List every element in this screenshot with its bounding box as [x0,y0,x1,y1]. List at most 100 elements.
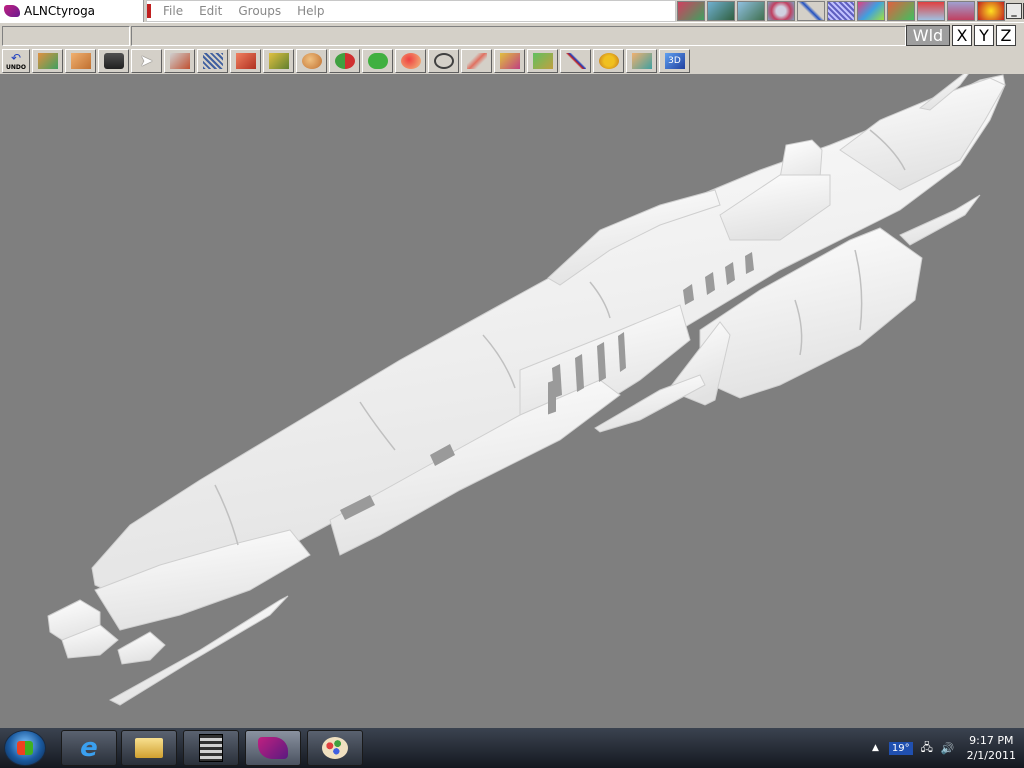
gear-icon [598,53,619,69]
clock-time: 9:17 PM [969,734,1014,747]
calculator-icon [199,734,223,762]
x-axis-button[interactable]: X [952,25,972,46]
undo-icon: ↶ [10,50,22,65]
window-icon[interactable] [947,1,975,21]
app-logo-icon [4,5,20,17]
texture-box-icon [631,53,652,69]
title-bar: ALNCtyroga File Edit Groups Help _ ❐ ✕ [0,0,1024,22]
app-title-tab[interactable]: ALNCtyroga [0,0,144,22]
split-sphere-tool[interactable] [329,49,360,73]
camera-icon [103,53,124,69]
texture-box-tool[interactable] [626,49,657,73]
menu-help[interactable]: Help [289,4,332,18]
axes-icon[interactable] [797,1,825,21]
taskbar-ie[interactable]: e [61,730,117,766]
box-select-icon [37,53,58,69]
sphere-icon [301,53,322,69]
side-fin-right [899,194,981,246]
lasso-icon [433,53,454,69]
help-icon[interactable] [977,1,1005,21]
windows-logo-icon [17,741,33,755]
top-toolbar: _ ❐ ✕ [676,0,1024,22]
flower-icon[interactable] [887,1,915,21]
move-icon [169,53,190,69]
taskbar-modeler[interactable] [245,730,301,766]
rotate-icon [202,53,223,69]
box-map-tool[interactable] [527,49,558,73]
menu-marker-icon [147,4,151,18]
magnet-icon [400,53,421,69]
show-hidden-icons[interactable]: ▲ [872,743,879,753]
axis-tool[interactable] [560,49,591,73]
menu-edit[interactable]: Edit [191,4,230,18]
select-tool[interactable]: ➤ [131,49,162,73]
cube-icon [70,53,91,69]
system-tray: ▲ 19° 🖧 🔊 9:17 PM 2/1/2011 [872,728,1016,768]
internet-explorer-icon: e [80,733,98,763]
mesh-edit-icon[interactable] [707,1,735,21]
axis-icon [565,53,586,69]
taskbar-paint[interactable] [307,730,363,766]
screen-icon[interactable] [917,1,945,21]
clock[interactable]: 9:17 PM 2/1/2011 [967,733,1016,763]
status-field [2,26,130,46]
extrude-tool[interactable] [263,49,294,73]
menu-file[interactable]: File [155,4,191,18]
tool-toolbar: ↶ UNDO ➤ 3D [0,48,1024,74]
cube-tool[interactable] [65,49,96,73]
taskbar-explorer[interactable] [121,730,177,766]
taskbar-calculator[interactable] [183,730,239,766]
status-row: Wld X Y Z [0,22,1024,48]
3d-view-tool[interactable]: 3D [659,49,690,73]
red-cube-tool[interactable] [230,49,261,73]
weather-badge[interactable]: 19° [888,741,913,755]
magnet-tool[interactable] [395,49,426,73]
knife-tool[interactable] [461,49,492,73]
volume-icon[interactable]: 🔊 [941,742,955,755]
red-cube-icon [235,53,256,69]
camera-tool[interactable] [98,49,129,73]
app-title: ALNCtyroga [24,4,96,18]
3d-viewport[interactable] [0,74,1024,728]
undo-label: UNDO [6,63,26,71]
blob-tool[interactable] [362,49,393,73]
clock-date: 2/1/2011 [966,749,1016,762]
network-icon[interactable]: 🖧 [921,739,933,758]
rear-engine-3 [117,631,166,665]
spaceship-model [47,74,1006,706]
paint-icon [499,53,520,69]
paint-tool[interactable] [494,49,525,73]
paint-icon [322,737,348,759]
blob-icon [367,53,388,69]
lasso-tool[interactable] [428,49,459,73]
z-axis-button[interactable]: Z [996,25,1016,46]
axis-buttons: Wld X Y Z [906,25,1018,46]
move-tool[interactable] [164,49,195,73]
box-select-tool[interactable] [32,49,63,73]
minimize-button[interactable]: _ [1006,3,1022,19]
modeler-app-icon [258,737,288,759]
paint-vertex-icon[interactable] [677,1,705,21]
folder-icon [135,738,163,758]
knife-icon [466,53,487,69]
split-sphere-icon [334,53,355,69]
menu-groups[interactable]: Groups [230,4,289,18]
box-map-icon [532,53,553,69]
taskbar: e ▲ 19° 🖧 🔊 9:17 PM 2/1/2011 [0,728,1024,768]
sphere-tool[interactable] [296,49,327,73]
world-axis-button[interactable]: Wld [906,25,950,46]
gear-tool[interactable] [593,49,624,73]
rotate-tool[interactable] [197,49,228,73]
undo-button[interactable]: ↶ UNDO [2,49,30,73]
color-mix-icon[interactable] [857,1,885,21]
info-field [131,26,906,46]
extrude-icon [268,53,289,69]
arrow-select-icon: ➤ [139,51,154,70]
y-axis-button[interactable]: Y [974,25,994,46]
3d-view-icon: 3D [664,53,685,69]
grid-icon[interactable] [827,1,855,21]
start-button[interactable] [4,730,46,766]
mesh-smooth-icon[interactable] [737,1,765,21]
torus-icon[interactable] [767,1,795,21]
menu-bar: File Edit Groups Help [146,0,676,22]
